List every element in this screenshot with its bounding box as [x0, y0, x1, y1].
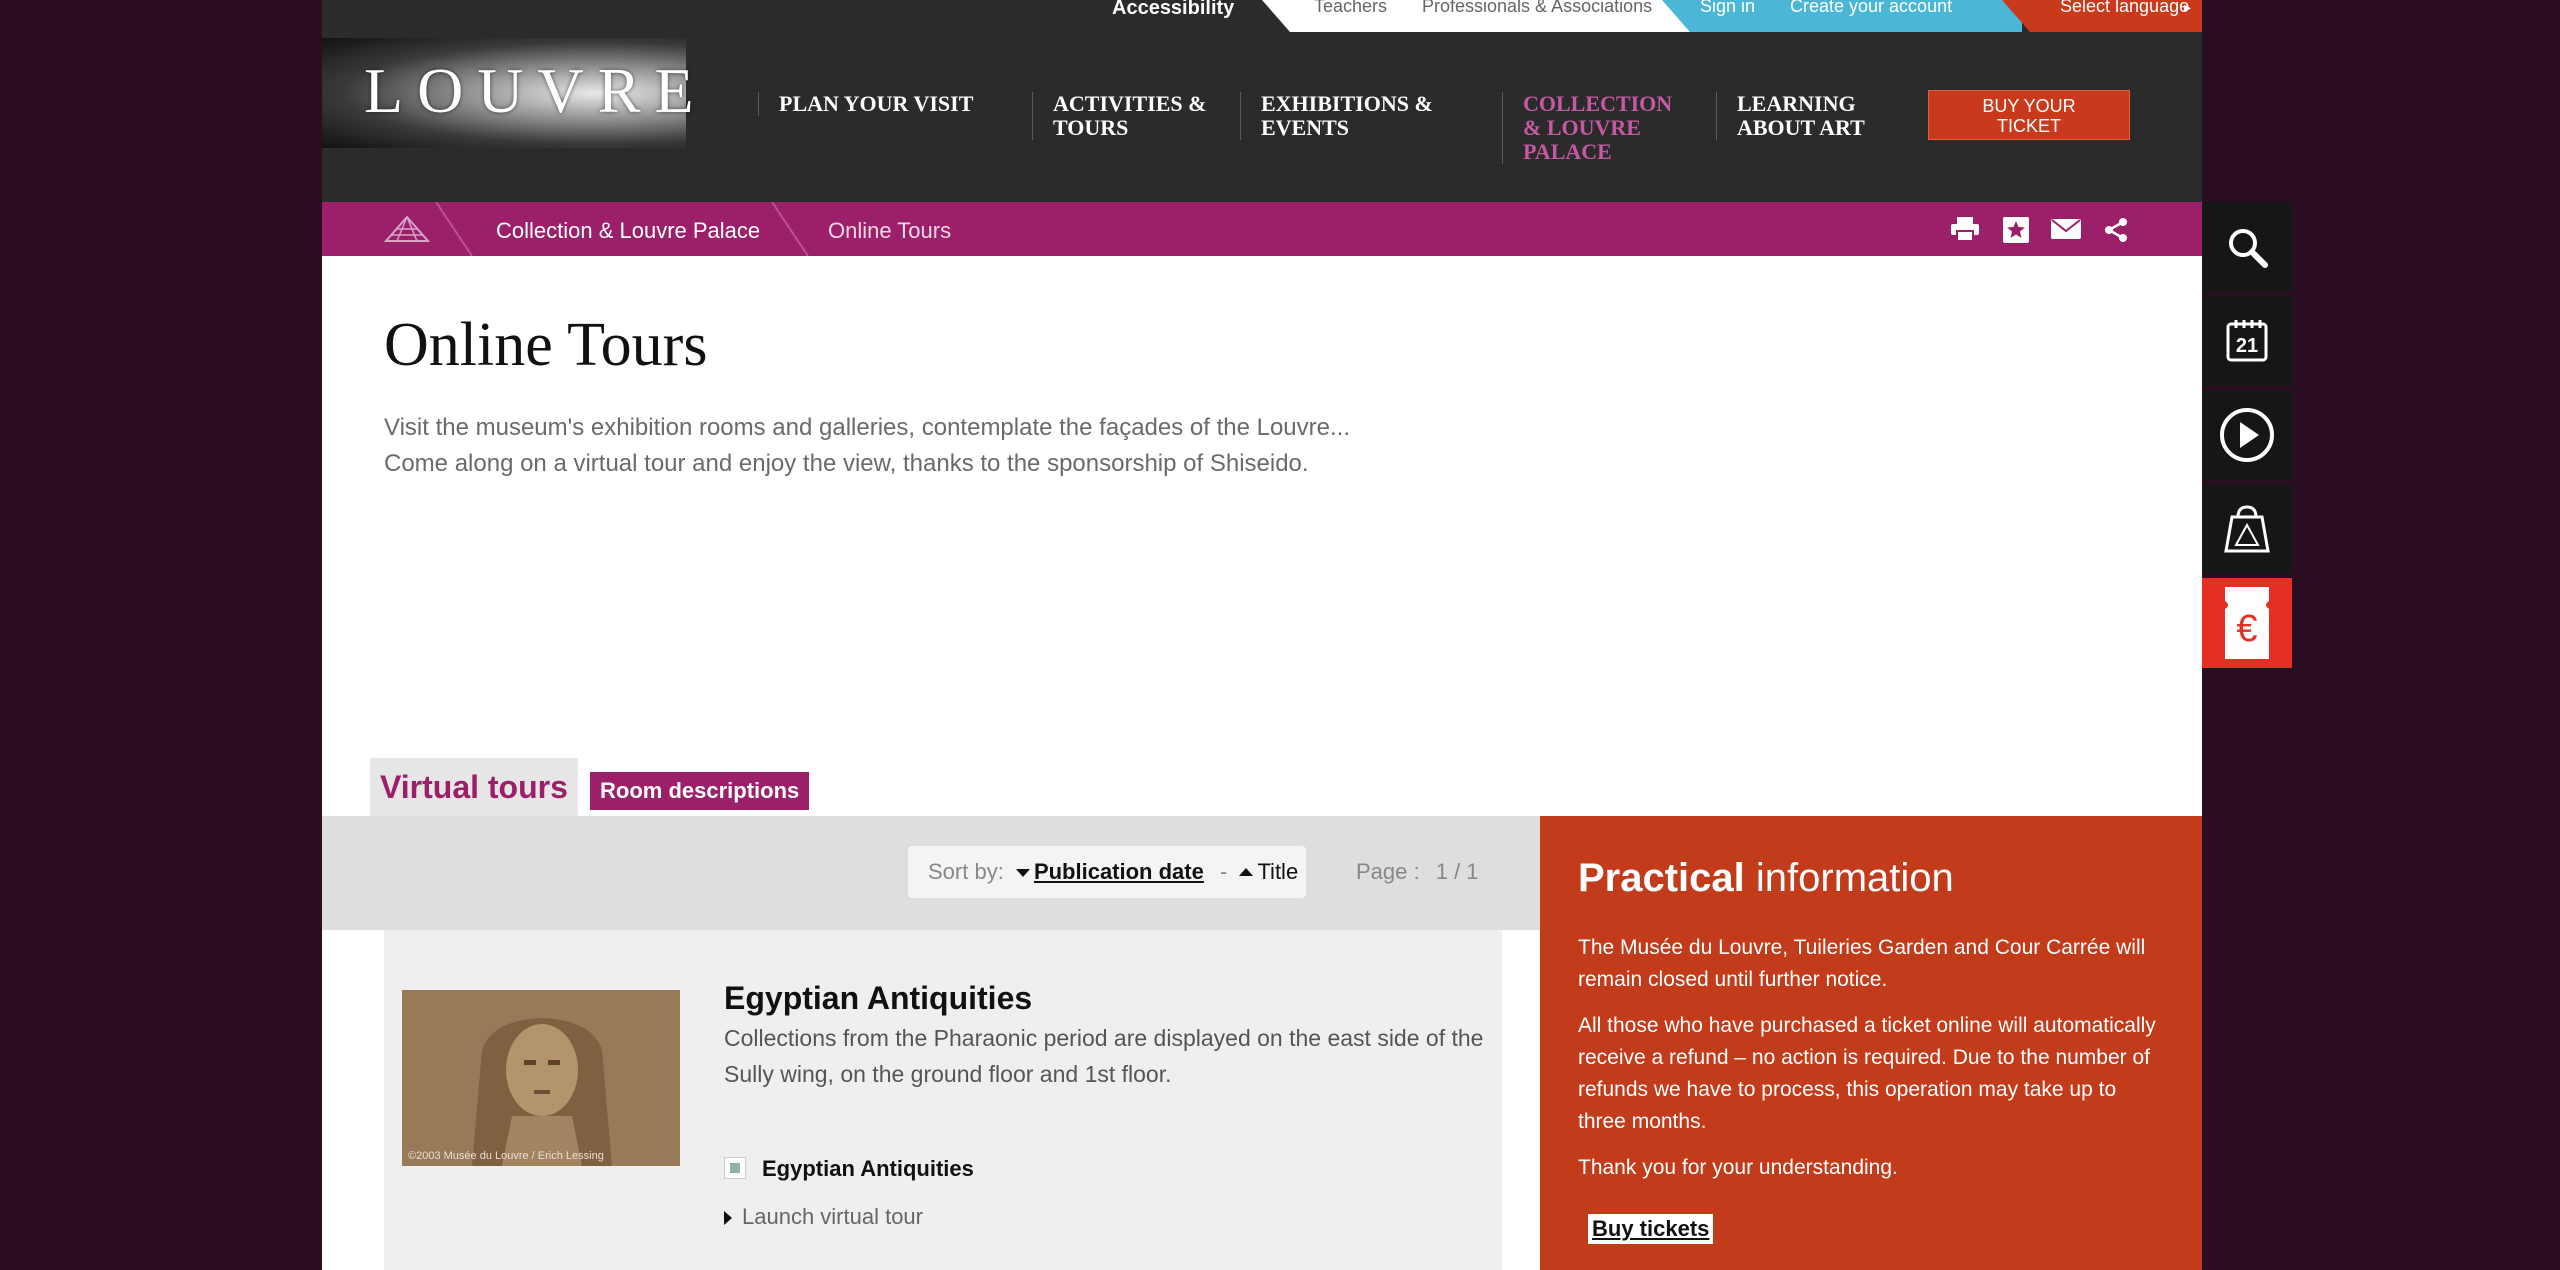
sort-separator: -	[1219, 859, 1228, 884]
euro-symbol: €	[2236, 608, 2257, 650]
language-selector[interactable]: Select language ▸	[2002, 0, 2202, 32]
practical-heading: Practical information	[1578, 856, 1954, 901]
results-list: ©2003 Musée du Louvre / Erich Lessing Eg…	[384, 930, 1502, 1270]
search-button[interactable]	[2202, 202, 2292, 292]
intro-line: Come along on a virtual tour and enjoy t…	[384, 450, 1309, 477]
account-links: Sign in Create your account	[1662, 0, 2022, 32]
tab-virtual-tours[interactable]: Virtual tours	[370, 758, 578, 816]
nav-activities-tours[interactable]: ACTIVITIES & TOURS	[1032, 92, 1223, 140]
side-toolbar: 21 €	[2202, 202, 2292, 672]
search-icon	[2229, 229, 2268, 268]
result-tag[interactable]: Egyptian Antiquities	[724, 1156, 974, 1182]
calendar-button[interactable]: 21	[2202, 296, 2292, 386]
play-button[interactable]	[2202, 390, 2292, 480]
image-credit: ©2003 Musée du Louvre / Erich Lessing	[408, 1150, 604, 1162]
pagination: Page : 1 / 1	[1356, 846, 1479, 898]
sort-desc-icon	[1015, 869, 1030, 877]
professionals-link[interactable]: Professionals & Associations	[1422, 0, 1652, 15]
nav-collection-palace[interactable]: COLLECTION & LOUVRE PALACE	[1502, 92, 1693, 164]
buy-tickets-button[interactable]: Buy tickets	[1588, 1214, 1714, 1244]
create-account-link[interactable]: Create your account	[1790, 0, 1952, 15]
practical-paragraph: Thank you for your understanding.	[1578, 1156, 1898, 1179]
shop-button[interactable]	[2202, 484, 2292, 574]
page-value: 1 / 1	[1435, 859, 1479, 884]
sort-label: Sort by:	[928, 859, 1004, 884]
ticket-price-button[interactable]: €	[2202, 578, 2292, 668]
page: Accessibility Teachers Professionals & A…	[322, 0, 2202, 1270]
nav-exhibitions-events[interactable]: EXHIBITIONS & EVENTS	[1240, 92, 1461, 140]
department-icon	[724, 1157, 746, 1179]
logo-text: LOUVRE	[364, 55, 708, 126]
intro-line: Visit the museum's exhibition rooms and …	[384, 414, 1350, 441]
practical-heading-bold: Practical	[1578, 856, 1745, 900]
caret-right-icon: ▸	[2184, 0, 2192, 15]
louvre-logo[interactable]: LOUVRE	[322, 38, 694, 148]
email-icon[interactable]	[2050, 216, 2082, 242]
page-title: Online Tours	[384, 311, 708, 379]
teachers-link[interactable]: Teachers	[1314, 0, 1387, 15]
buy-ticket-button[interactable]: BUY YOUR TICKET	[1928, 90, 2130, 140]
practical-paragraph: The Musée du Louvre, Tuileries Garden an…	[1578, 936, 2146, 991]
sign-in-link[interactable]: Sign in	[1700, 0, 1755, 15]
page-label: Page :	[1356, 859, 1420, 884]
practical-information-panel: Practical information The Musée du Louvr…	[1540, 816, 2202, 1270]
euro-ticket-icon: €	[2225, 587, 2269, 659]
sort-asc-icon	[1239, 868, 1254, 876]
buy-ticket-label: BUY YOUR TICKET	[1982, 96, 2076, 136]
practical-heading-rest: information	[1744, 856, 1954, 900]
language-label[interactable]: Select language	[2060, 0, 2189, 15]
shopping-bag-icon	[2224, 505, 2270, 553]
sort-bar: Sort by: Publication date - Title Page :…	[322, 816, 1540, 930]
egyptian-antiquities-thumbnail[interactable]: ©2003 Musée du Louvre / Erich Lessing	[402, 990, 680, 1166]
share-icon[interactable]	[2102, 216, 2130, 244]
result-title[interactable]: Egyptian Antiquities	[724, 980, 1032, 1017]
intro-text: Visit the museum's exhibition rooms and …	[384, 410, 1584, 482]
breadcrumb-collection[interactable]: Collection & Louvre Palace	[496, 218, 760, 244]
calendar-day: 21	[2236, 335, 2258, 357]
utility-bar: Accessibility Teachers Professionals & A…	[322, 0, 2202, 32]
bookmark-star-icon[interactable]	[2002, 216, 2030, 244]
result-tag-label: Egyptian Antiquities	[762, 1156, 974, 1181]
launch-virtual-tour-link[interactable]: Launch virtual tour	[724, 1204, 923, 1230]
calendar-icon: 21	[2226, 320, 2268, 362]
print-icon[interactable]	[1950, 216, 1980, 242]
practical-paragraph: All those who have purchased a ticket on…	[1578, 1014, 2156, 1133]
breadcrumb: Collection & Louvre Palace Online Tours	[322, 202, 2202, 256]
accessibility-link[interactable]: Accessibility	[1112, 0, 1234, 20]
nav-learning-about-art[interactable]: LEARNING ABOUT ART	[1716, 92, 1887, 140]
main-header: LOUVRE PLAN YOUR VISIT ACTIVITIES & TOUR…	[322, 32, 2202, 202]
breadcrumb-online-tours: Online Tours	[828, 218, 952, 243]
sphinx-image	[402, 990, 680, 1166]
play-icon	[2220, 408, 2274, 462]
breadcrumb-separator	[771, 202, 809, 256]
audience-links: Teachers Professionals & Associations	[1262, 0, 1702, 32]
launch-label: Launch virtual tour	[742, 1204, 923, 1229]
tab-room-descriptions[interactable]: Room descriptions	[590, 772, 810, 810]
sort-publication-date[interactable]: Publication date	[1034, 859, 1204, 884]
arrow-right-icon	[724, 1211, 732, 1225]
pyramid-home-icon[interactable]	[384, 215, 430, 243]
result-description: Collections from the Pharaonic period ar…	[724, 1025, 1484, 1087]
sort-title[interactable]: Title	[1257, 859, 1298, 884]
sort-options: Sort by: Publication date - Title	[908, 846, 1306, 898]
nav-plan-your-visit[interactable]: PLAN YOUR VISIT	[758, 92, 973, 116]
breadcrumb-separator	[435, 202, 473, 256]
